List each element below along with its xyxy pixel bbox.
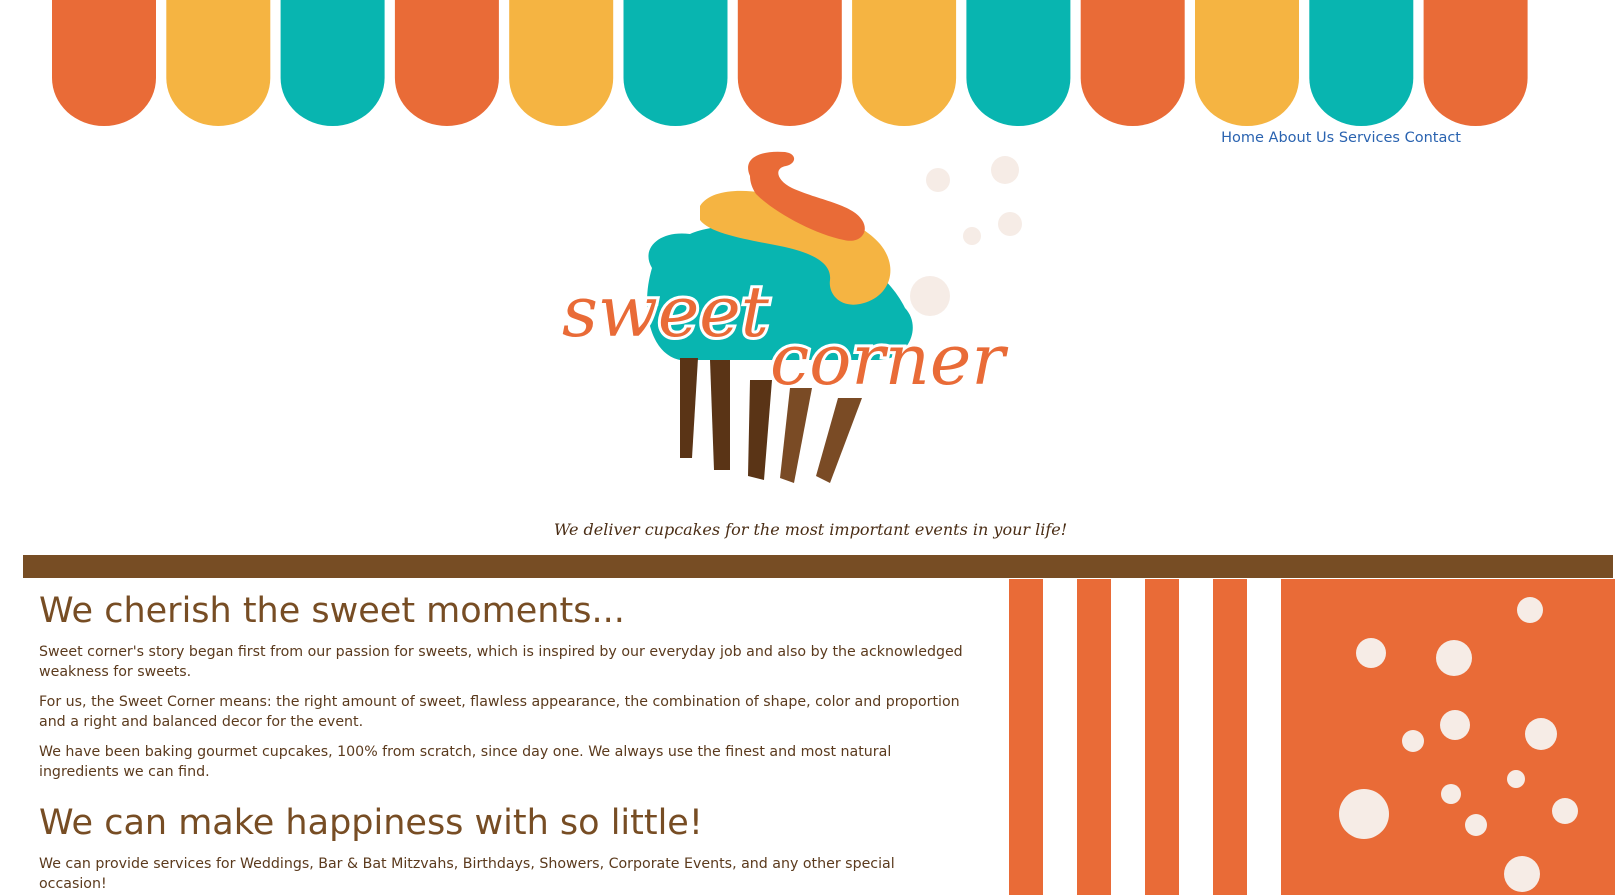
awning-scallop <box>1080 0 1185 126</box>
divider-bar <box>23 555 1613 578</box>
awning-scallop <box>1309 0 1414 126</box>
main-content: We cherish the sweet moments... Sweet co… <box>39 588 964 895</box>
liner-stripe <box>710 360 730 470</box>
paragraph-meaning: For us, the Sweet Corner means: the righ… <box>39 694 960 730</box>
paragraph-baking: We have been baking gourmet cupcakes, 10… <box>39 744 892 780</box>
logo-bubble <box>998 212 1022 236</box>
nav-link-contact[interactable]: Contact <box>1405 130 1461 146</box>
awning-scallop <box>1195 0 1299 126</box>
logo-bubble <box>963 227 981 245</box>
logo-bubble <box>991 156 1019 184</box>
nav-link-about-us[interactable]: About Us <box>1269 130 1335 146</box>
awning-scallop <box>509 0 614 126</box>
liner-stripe <box>680 358 698 458</box>
awning-scallop <box>1423 0 1528 126</box>
logo-bubble <box>926 168 950 192</box>
awning-scallop <box>394 0 499 126</box>
logo-word-sweet: sweet <box>562 271 770 353</box>
heading-cherish: We cherish the sweet moments... <box>39 591 625 631</box>
awning-scallop <box>966 0 1071 126</box>
awning-banner <box>52 0 1528 126</box>
awning-scallop <box>166 0 271 126</box>
logo-word-corner: corner <box>770 319 1008 401</box>
liner-stripe <box>748 380 772 480</box>
paragraph-services: We can provide services for Weddings, Ba… <box>39 856 895 892</box>
nav-link-services[interactable]: Services <box>1339 130 1400 146</box>
tagline: We deliver cupcakes for the most importa… <box>553 520 1068 539</box>
liner-stripe <box>780 388 812 483</box>
awning-scallop <box>852 0 957 126</box>
sweet-corner-logo[interactable]: sweet corner <box>560 148 1080 508</box>
heading-happiness: We can make happiness with so little! <box>39 803 703 843</box>
awning-scallop <box>52 0 156 126</box>
decorative-stripes-dots-image <box>1009 579 1615 895</box>
awning-scallop <box>623 0 728 126</box>
paragraph-story: Sweet corner's story began first from ou… <box>39 644 963 680</box>
nav-link-home[interactable]: Home <box>1221 130 1264 146</box>
page: Home About Us Services Contact sweet cor… <box>0 0 1621 895</box>
awning-scallop <box>280 0 385 126</box>
main-nav: Home About Us Services Contact <box>1221 130 1461 146</box>
logo-bubble <box>910 276 950 316</box>
awning-scallop <box>737 0 842 126</box>
liner-stripe <box>816 398 862 483</box>
